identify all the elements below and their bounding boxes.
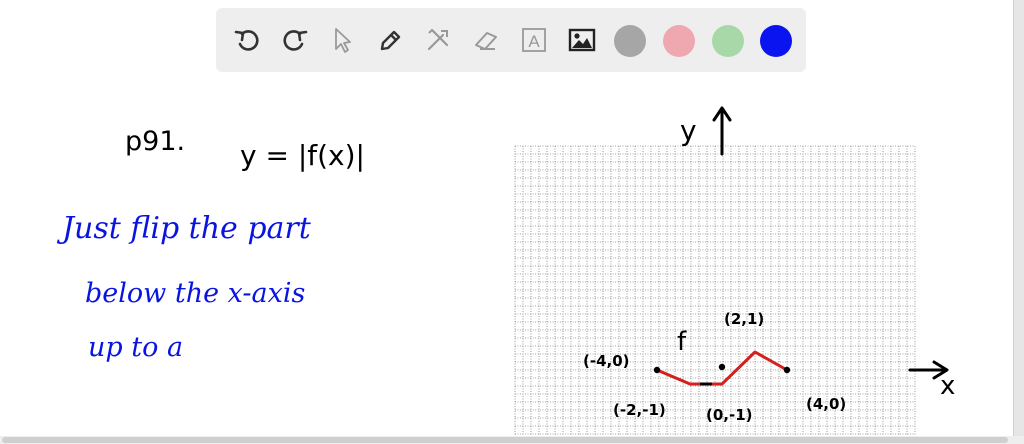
image-icon xyxy=(568,28,596,52)
redo-icon xyxy=(283,30,308,51)
point-label-2-1: (2,1) xyxy=(724,310,764,328)
note-line-2: below the x-axis xyxy=(85,278,305,309)
point-4-0 xyxy=(783,366,791,374)
redo-button[interactable] xyxy=(276,22,312,58)
equation: y = |f(x)| xyxy=(240,139,365,172)
drawing-canvas[interactable]: p91. y = |f(x)| Just flip the part below… xyxy=(0,80,1012,436)
graph-grid xyxy=(514,145,916,436)
drawing-toolbar: A xyxy=(216,8,806,72)
text-button[interactable]: A xyxy=(516,22,552,58)
pointer-icon xyxy=(335,28,351,53)
text-icon: A xyxy=(522,28,546,52)
svg-text:A: A xyxy=(528,32,540,51)
point-label-neg4-0: (-4,0) xyxy=(583,352,630,370)
point-label-4-0: (4,0) xyxy=(806,395,846,413)
point-label-0-neg1: (0,-1) xyxy=(706,406,753,424)
select-button[interactable] xyxy=(324,22,360,58)
pen-icon xyxy=(380,30,401,51)
x-axis-label: x xyxy=(940,371,955,401)
tools-button[interactable] xyxy=(420,22,456,58)
color-blue-swatch[interactable] xyxy=(760,25,792,57)
note-line-1: Just flip the part xyxy=(56,211,312,246)
color-pink-swatch[interactable] xyxy=(663,25,695,57)
color-green-swatch[interactable] xyxy=(712,25,744,57)
horizontal-scrollbar[interactable] xyxy=(0,436,1024,444)
vertical-scrollbar[interactable] xyxy=(1013,0,1024,444)
y-axis-label: y xyxy=(680,114,697,147)
problem-number: p91. xyxy=(125,126,185,157)
point-neg4-0 xyxy=(653,366,661,374)
point-dot xyxy=(718,363,726,371)
pen-button[interactable] xyxy=(372,22,408,58)
horizontal-scrollbar-thumb[interactable] xyxy=(2,437,1008,443)
image-button[interactable] xyxy=(564,22,600,58)
tools-icon xyxy=(427,28,449,51)
undo-button[interactable] xyxy=(230,22,266,58)
y-axis-arrow xyxy=(712,106,732,156)
color-gray-swatch[interactable] xyxy=(614,25,646,57)
eraser-icon xyxy=(475,32,497,50)
undo-icon xyxy=(234,30,259,51)
function-label: f xyxy=(677,327,687,357)
point-label-neg2-neg1: (-2,-1) xyxy=(613,401,666,419)
note-line-3: up to a xyxy=(88,332,183,363)
eraser-button[interactable] xyxy=(468,22,504,58)
